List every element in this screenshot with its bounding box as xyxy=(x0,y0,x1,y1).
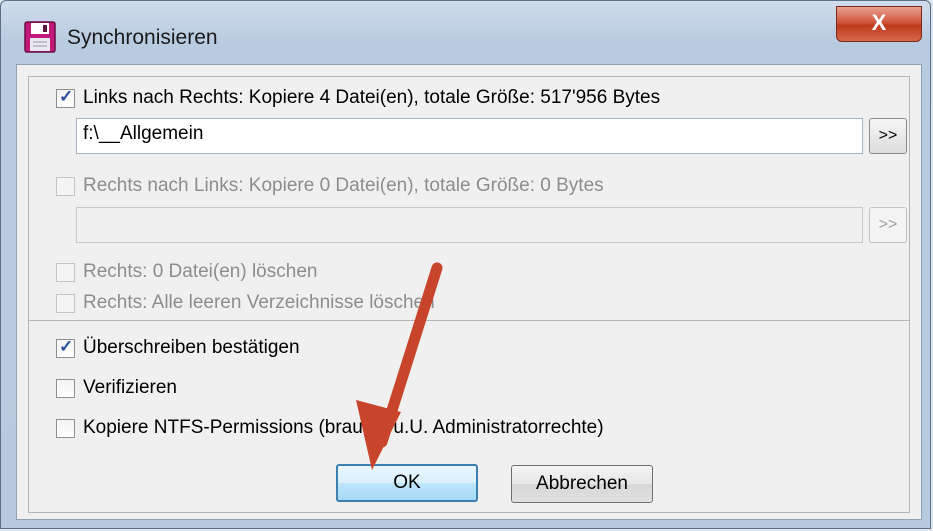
delete-empty-dirs-checkbox[interactable] xyxy=(56,293,75,313)
left-to-right-browse-button[interactable]: >> xyxy=(869,118,907,154)
ntfs-permissions-option[interactable]: Kopiere NTFS-Permissions (braucht u.U. A… xyxy=(56,417,604,439)
right-to-left-option[interactable]: Rechts nach Links: Kopiere 0 Datei(en), … xyxy=(56,175,604,197)
delete-right-checkbox[interactable] xyxy=(56,262,75,282)
checkmark-icon: ✓ xyxy=(59,86,74,106)
right-to-left-checkbox[interactable] xyxy=(56,176,75,196)
ok-button[interactable]: OK xyxy=(336,464,478,502)
confirm-overwrite-label: Überschreiben bestätigen xyxy=(83,337,300,358)
left-to-right-label: Links nach Rechts: Kopiere 4 Datei(en), … xyxy=(83,87,661,108)
dialog-window: Synchronisieren X ✓ Links nach Rechts: K… xyxy=(0,0,931,529)
left-to-right-path-input[interactable]: f:\__Allgemein xyxy=(76,118,863,154)
ntfs-permissions-checkbox[interactable] xyxy=(56,418,75,438)
right-to-left-path-input[interactable] xyxy=(76,207,863,243)
delete-empty-dirs-label: Rechts: Alle leeren Verzeichnisse lösche… xyxy=(83,292,435,313)
close-button[interactable]: X xyxy=(836,6,922,42)
left-to-right-checkbox[interactable]: ✓ xyxy=(56,86,75,108)
cancel-button[interactable]: Abbrechen xyxy=(511,465,653,503)
delete-right-option[interactable]: Rechts: 0 Datei(en) löschen xyxy=(56,261,317,283)
copy-options-group: ✓ Überschreiben bestätigen Verifizieren … xyxy=(28,321,910,513)
verify-label: Verifizieren xyxy=(83,377,177,398)
confirm-overwrite-option[interactable]: ✓ Überschreiben bestätigen xyxy=(56,337,300,359)
ntfs-permissions-label: Kopiere NTFS-Permissions (braucht u.U. A… xyxy=(83,417,604,438)
right-to-left-browse-button[interactable]: >> xyxy=(869,207,907,243)
left-to-right-option[interactable]: ✓ Links nach Rechts: Kopiere 4 Datei(en)… xyxy=(56,87,660,109)
delete-empty-dirs-option[interactable]: Rechts: Alle leeren Verzeichnisse lösche… xyxy=(56,292,435,314)
delete-right-label: Rechts: 0 Datei(en) löschen xyxy=(83,261,318,282)
floppy-disk-icon xyxy=(24,21,56,53)
checkmark-icon: ✓ xyxy=(59,336,74,356)
sync-direction-group: ✓ Links nach Rechts: Kopiere 4 Datei(en)… xyxy=(28,76,910,321)
title-bar: Synchronisieren X xyxy=(1,1,930,73)
verify-checkbox[interactable] xyxy=(56,378,75,398)
right-to-left-label: Rechts nach Links: Kopiere 0 Datei(en), … xyxy=(83,175,604,196)
dialog-client-area: ✓ Links nach Rechts: Kopiere 4 Datei(en)… xyxy=(16,64,922,520)
verify-option[interactable]: Verifizieren xyxy=(56,377,177,399)
confirm-overwrite-checkbox[interactable]: ✓ xyxy=(56,336,75,358)
window-title: Synchronisieren xyxy=(67,26,218,49)
